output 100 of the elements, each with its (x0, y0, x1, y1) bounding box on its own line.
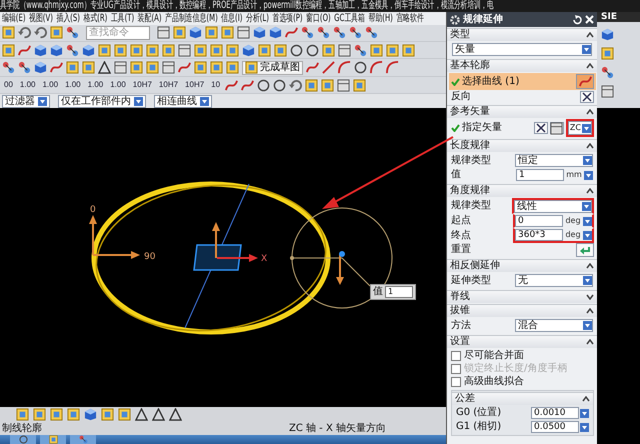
menu-item[interactable]: 宫略软件 (396, 13, 424, 24)
menu-item[interactable]: 信息(I) (221, 13, 242, 24)
dot-icon[interactable] (66, 44, 79, 57)
sheet-icon[interactable] (210, 44, 223, 57)
sheet-icon[interactable] (33, 408, 46, 422)
cube-icon[interactable] (253, 26, 266, 40)
sheet-icon[interactable] (210, 61, 223, 74)
dot-icon[interactable] (18, 61, 31, 74)
dimension-style-button[interactable]: 10 (209, 80, 222, 90)
dot-icon[interactable] (66, 26, 79, 40)
section-header[interactable]: 公差 (452, 392, 593, 405)
arc-icon[interactable] (370, 61, 383, 74)
menu-item[interactable]: 视图(V) (29, 13, 53, 24)
dimension-style-button[interactable]: 10H7 (130, 80, 154, 90)
section-header[interactable]: 角度规律 (447, 184, 597, 197)
curve-icon[interactable] (18, 44, 31, 57)
dropdown-caret-icon[interactable] (582, 202, 591, 211)
dot-icon[interactable] (2, 61, 15, 74)
arc-icon[interactable] (338, 61, 351, 74)
sheet-icon[interactable] (226, 61, 239, 74)
sheet-icon[interactable] (173, 26, 186, 40)
triangle-icon[interactable] (169, 408, 182, 422)
sheet-icon[interactable] (130, 44, 143, 57)
curve-icon[interactable] (178, 61, 191, 74)
menu-item[interactable]: 插入(S) (56, 13, 80, 24)
sheet-icon[interactable] (162, 44, 175, 57)
sheet-icon[interactable] (226, 44, 239, 57)
menu-item[interactable]: 装配(A) (138, 13, 162, 24)
frame-icon[interactable] (162, 61, 175, 74)
number-field[interactable]: 0.0010 (531, 407, 579, 419)
sheet-icon[interactable] (146, 61, 159, 74)
dot-icon[interactable] (317, 26, 330, 40)
handle-arrow[interactable] (336, 254, 344, 285)
dimension-style-button[interactable]: 10H7 (183, 80, 206, 90)
cube-icon[interactable] (82, 44, 95, 57)
undo-icon[interactable] (18, 26, 31, 40)
section-header[interactable]: 拔锥 (447, 304, 597, 317)
frame-icon[interactable] (601, 85, 614, 98)
line-icon[interactable] (322, 61, 335, 74)
sheet-icon[interactable] (101, 408, 114, 422)
dropdown[interactable]: 恒定 (515, 154, 593, 167)
dot-icon[interactable] (349, 26, 362, 40)
circle-icon[interactable] (306, 44, 319, 57)
curve-icon[interactable] (306, 61, 319, 74)
curve-icon[interactable] (50, 61, 63, 74)
section-header[interactable]: 类型 (447, 28, 597, 41)
menu-item[interactable]: 帮助(H) (368, 13, 393, 24)
frame-icon[interactable] (114, 61, 127, 74)
dot-icon[interactable] (301, 26, 314, 40)
arc-icon[interactable] (386, 61, 399, 74)
circle-icon[interactable] (257, 78, 270, 92)
finish-sketch-button[interactable]: 完成草图 (242, 60, 303, 75)
sheet-icon[interactable] (194, 44, 207, 57)
dropdown[interactable]: 混合 (515, 319, 593, 332)
number-field[interactable]: 360*3 (515, 229, 563, 241)
dot-icon[interactable] (601, 66, 614, 79)
menu-item[interactable]: GC工具箱 (334, 13, 366, 24)
menu-item[interactable]: 编辑(E) (2, 13, 26, 24)
sheet-icon[interactable] (258, 44, 271, 57)
undo-icon[interactable] (289, 78, 302, 92)
menu-item[interactable]: 窗口(O) (306, 13, 331, 24)
sheet-icon[interactable] (221, 26, 234, 40)
sheet-icon[interactable] (130, 61, 143, 74)
checkbox[interactable] (451, 350, 461, 360)
close-icon[interactable] (585, 15, 594, 24)
dimension-style-button[interactable]: 1.00 (86, 80, 106, 90)
sheet-icon[interactable] (386, 44, 399, 57)
dimension-style-button[interactable]: 1.00 (63, 80, 83, 90)
menu-item[interactable]: 格式(R) (83, 13, 108, 24)
sheet-icon[interactable] (2, 26, 15, 40)
dimension-style-button[interactable]: 1.00 (108, 80, 128, 90)
dropdown[interactable]: 矢量 (452, 43, 592, 56)
cube-icon[interactable] (34, 44, 47, 57)
vector-dropdown[interactable]: ZC (568, 121, 592, 135)
menu-item[interactable]: 工具(T) (110, 13, 134, 24)
dropdown-caret-icon[interactable] (583, 276, 592, 285)
cube-icon[interactable] (242, 44, 255, 57)
reverse-button[interactable] (534, 122, 548, 134)
filter-dropdown[interactable]: 相连曲线 (154, 94, 212, 108)
cube-icon[interactable] (189, 26, 202, 40)
dot-icon[interactable] (365, 26, 378, 40)
section-header[interactable]: 设置 (447, 335, 597, 348)
frame-icon[interactable] (178, 44, 191, 57)
section-header[interactable]: 长度规律 (447, 139, 597, 152)
frame-icon[interactable] (157, 26, 170, 40)
undo-icon[interactable] (34, 26, 47, 40)
dropdown[interactable]: 线性 (514, 200, 592, 213)
cube-icon[interactable] (34, 61, 47, 74)
vector-dialog-button[interactable] (550, 122, 564, 134)
gear-icon[interactable] (450, 14, 460, 24)
dimension-style-button[interactable]: 1.00 (40, 80, 60, 90)
reverse-button[interactable] (580, 90, 594, 102)
handle-dot[interactable] (339, 250, 345, 257)
sheet-icon[interactable] (16, 408, 29, 422)
curve-icon[interactable] (225, 78, 238, 92)
taskbar-button[interactable] (10, 435, 36, 444)
filter-dropdown[interactable]: 仅在工作部件内 (58, 94, 146, 108)
sheet-icon[interactable] (321, 78, 334, 92)
sheet-icon[interactable] (402, 44, 415, 57)
sheet-icon[interactable] (305, 78, 318, 92)
